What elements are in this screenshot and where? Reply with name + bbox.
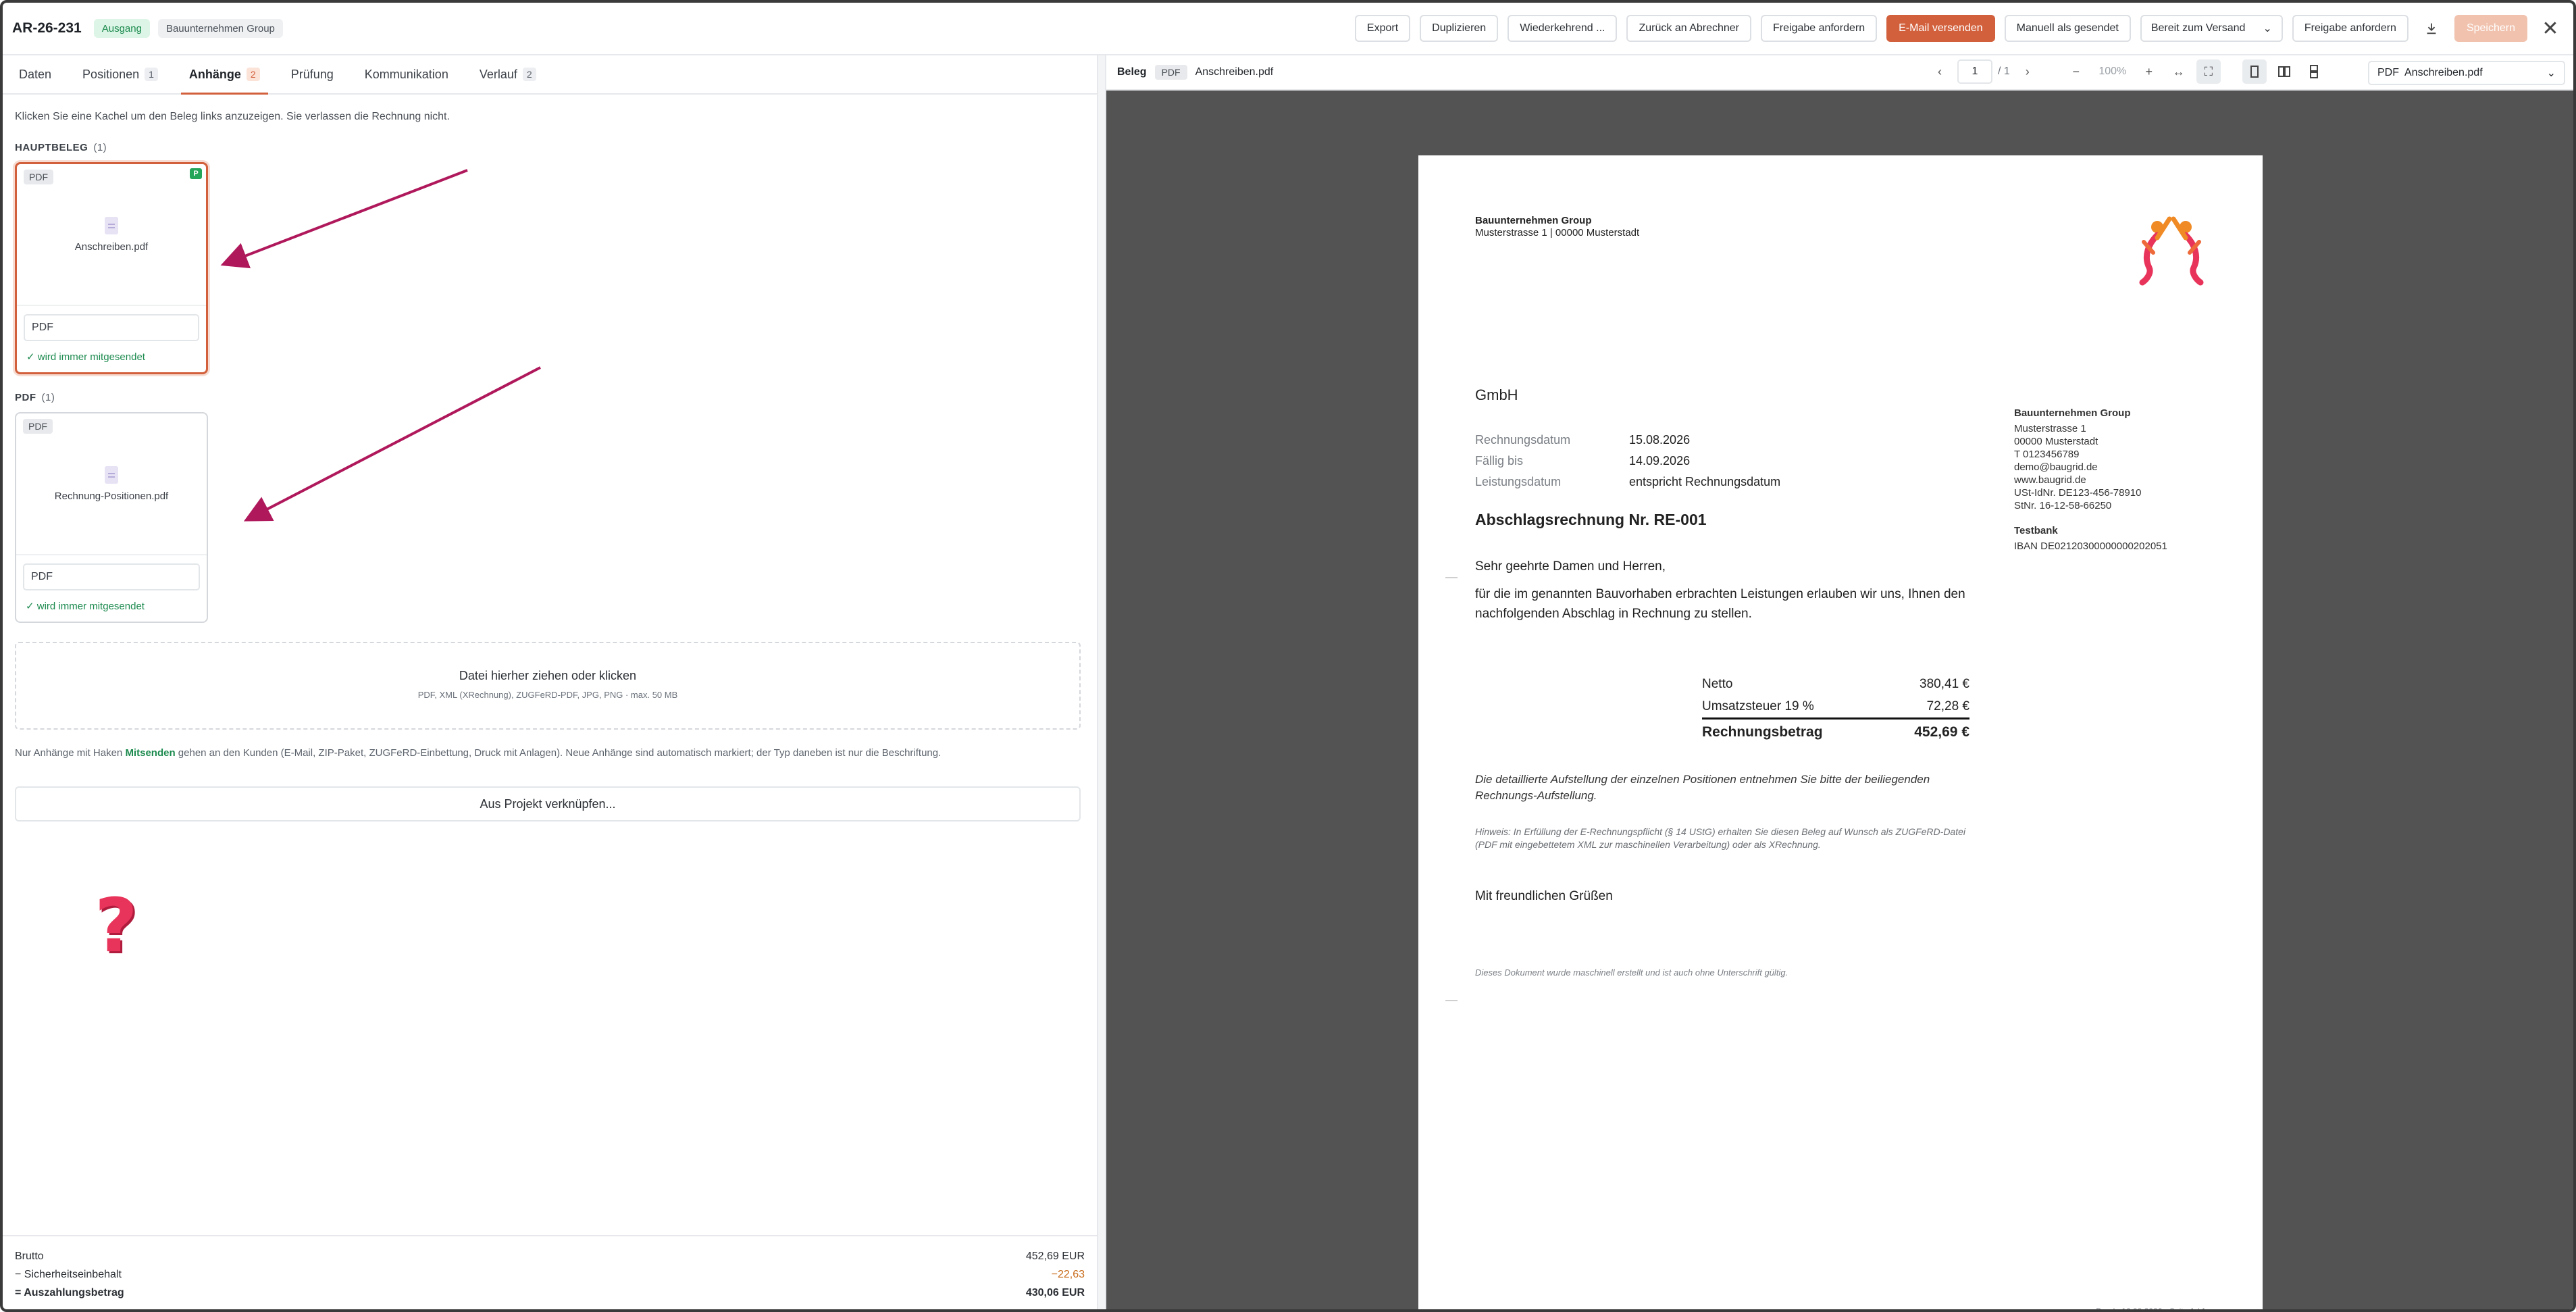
pdf-section-heading: PDF (1)	[15, 392, 55, 403]
zoom-out-icon[interactable]: −	[2064, 59, 2088, 84]
download-icon[interactable]	[2418, 15, 2445, 42]
file-preview[interactable]: Anschreiben.pdf	[17, 164, 206, 306]
request-approval-button-2[interactable]: Freigabe anfordern	[2292, 15, 2408, 42]
request-approval-button[interactable]: Freigabe anfordern	[1761, 15, 1878, 42]
file-name: Rechnung-Positionen.pdf	[54, 490, 169, 502]
tab-positionen[interactable]: Positionen 1	[74, 55, 166, 93]
always-sent-label: ✓ wird immer mitgesendet	[26, 601, 145, 612]
letter-body: Sehr geehrte Damen und Herren, für die i…	[1475, 559, 1965, 621]
attachments-hint: Klicken Sie eine Kachel um den Beleg lin…	[15, 111, 450, 122]
recipient: GmbH	[1475, 386, 1518, 403]
company-logo	[2139, 216, 2204, 286]
attachment-card-main[interactable]: PDF P Anschreiben.pdf PDF ✓ wird immer m…	[15, 162, 208, 374]
chevron-down-icon: ⌄	[2546, 68, 2556, 79]
fold-mark	[1445, 577, 1458, 578]
invoice-sums: Netto 380,41 € Umsatzsteuer 19 % 72,28 € R…	[1702, 673, 1969, 745]
back-to-billing-button[interactable]: Zurück an Abrechner	[1626, 15, 1752, 42]
document-icon	[105, 465, 118, 484]
fit-width-icon[interactable]: ↔	[2167, 59, 2191, 84]
tab-count: 2	[522, 68, 536, 81]
chevron-right-icon[interactable]: ›	[2015, 59, 2040, 84]
tab-pruefung[interactable]: Prüfung	[283, 55, 342, 93]
save-button[interactable]: Speichern	[2454, 15, 2527, 42]
send-note: Nur Anhänge mit Haken Mitsenden gehen an…	[15, 747, 942, 759]
payout-row: = Auszahlungsbetrag 430,06 EUR	[15, 1286, 1085, 1298]
pane-splitter[interactable]	[1097, 55, 1106, 1309]
send-email-button[interactable]: E-Mail versenden	[1886, 15, 1995, 42]
retention-row: − Sicherheitseinbehalt −22,63	[15, 1268, 1085, 1280]
document-icon	[105, 216, 118, 234]
main-document-marker: P	[190, 168, 202, 179]
viewer-filename: Anschreiben.pdf	[1195, 66, 1274, 78]
file-type-tag: PDF	[24, 170, 53, 184]
tab-anhaenge[interactable]: Anhänge 2	[180, 55, 268, 95]
fit-page-icon[interactable]: ⛶	[2196, 59, 2221, 84]
status-select-value: Bereit zum Versand	[2150, 22, 2246, 34]
single-page-view-icon[interactable]	[2242, 59, 2267, 84]
pdf-page: Bauunternehmen Group Musterstrasse 1 | 0…	[1418, 155, 2263, 1312]
zoom-level: 100%	[2098, 66, 2127, 77]
question-mark-icon: ?	[95, 882, 138, 969]
totals-summary: Brutto 452,69 EUR − Sicherheitseinbehalt −…	[3, 1235, 1097, 1302]
export-button[interactable]: Export	[1354, 15, 1411, 42]
tab-bar: Daten Positionen 1 Anhänge 2 Prüfung Kommu…	[3, 55, 1097, 95]
zoom-in-icon[interactable]: +	[2137, 59, 2161, 84]
main-document-heading: HAUPTBELEG (1)	[15, 142, 107, 153]
file-preview[interactable]: Rechnung-Positionen.pdf	[16, 413, 207, 555]
invoice-title: Abschlagsrechnung Nr. RE-001	[1475, 511, 1707, 528]
page-total: / 1	[1998, 66, 2010, 77]
dropzone-formats: PDF, XML (XRechnung), ZUGFeRD-PDF, JPG, …	[417, 690, 678, 700]
tab-count: 1	[145, 68, 158, 81]
tab-daten[interactable]: Daten	[11, 55, 59, 93]
close-icon[interactable]: ✕	[2537, 15, 2564, 42]
viewer-type-chip: PDF	[1154, 65, 1187, 80]
always-sent-label: ✓ wird immer mitgesendet	[26, 351, 145, 363]
recurring-button[interactable]: Wiederkehrend ...	[1508, 15, 1618, 42]
chevron-down-icon: ⌄	[2263, 23, 2272, 34]
file-select-type: PDF	[2377, 67, 2399, 78]
detail-note: Die detaillierte Aufstellung der einzeln…	[1475, 773, 1930, 802]
status-badge: Ausgang	[93, 19, 150, 38]
file-select-name: Anschreiben.pdf	[2404, 67, 2483, 78]
document-footer: Dieses Dokument wurde maschinell erstell…	[1475, 967, 1788, 978]
fold-mark	[1445, 1000, 1458, 1001]
print-info: Druck: 16.08.2026 · Seite 1 / 1	[2096, 1307, 2206, 1312]
viewer-label: Beleg	[1117, 66, 1147, 78]
top-bar: AR-26-231 Ausgang Bauunternehmen Group E…	[3, 3, 2573, 55]
file-name: Anschreiben.pdf	[74, 241, 149, 253]
attachment-file-select[interactable]: PDF Anschreiben.pdf ⌄	[2368, 61, 2565, 85]
file-type-tag: PDF	[23, 419, 53, 434]
pdf-viewer: Beleg PDF Anschreiben.pdf ‹ 1 / 1 › − 10…	[1106, 55, 2573, 1312]
link-from-project-button[interactable]: Aus Projekt verknüpfen...	[15, 786, 1081, 822]
greeting: Mit freundlichen Grüßen	[1475, 889, 1613, 903]
status-select[interactable]: Bereit zum Versand ⌄	[2140, 15, 2283, 42]
viewer-toolbar: Beleg PDF Anschreiben.pdf ‹ 1 / 1 › − 10…	[1106, 55, 2573, 91]
viewer-controls: ‹ 1 / 1 › − 100% + ↔ ⛶	[1928, 59, 2326, 84]
tab-kommunikation[interactable]: Kommunikation	[357, 55, 457, 93]
dropzone-title: Datei hierher ziehen oder klicken	[459, 669, 637, 682]
chevron-left-icon[interactable]: ‹	[1928, 59, 1952, 84]
file-dropzone[interactable]: Datei hierher ziehen oder klicken PDF, X…	[15, 642, 1081, 730]
attachment-card-pdf[interactable]: PDF Rechnung-Positionen.pdf PDF ✓ wird i…	[15, 412, 208, 623]
tab-verlauf[interactable]: Verlauf 2	[471, 55, 544, 93]
attachment-type-field[interactable]: PDF	[23, 563, 200, 590]
app-window: AR-26-231 Ausgang Bauunternehmen Group E…	[0, 0, 2576, 1312]
document-id: AR-26-231	[12, 20, 82, 36]
duplicate-button[interactable]: Duplizieren	[1420, 15, 1499, 42]
tab-count: 2	[246, 68, 260, 81]
two-page-view-icon[interactable]	[2272, 59, 2296, 84]
company-badge: Bauunternehmen Group	[157, 19, 283, 38]
attachment-type-field[interactable]: PDF	[24, 314, 199, 341]
sender-block: Bauunternehmen Group Musterstrasse 1 | 0…	[1475, 215, 1640, 238]
page-input[interactable]: 1	[1957, 59, 1992, 84]
scroll-view-icon[interactable]	[2302, 59, 2326, 84]
mark-sent-button[interactable]: Manuell als gesendet	[2004, 15, 2131, 42]
header-actions: Export Duplizieren Wiederkehrend ... Zur…	[1354, 15, 2564, 42]
editor-pane: Daten Positionen 1 Anhänge 2 Prüfung Kommu…	[3, 55, 1097, 1309]
einvoice-note: Hinweis: In Erfüllung der E-Rechnungspfl…	[1475, 826, 1965, 850]
issuer-block: Bauunternehmen Group Musterstrasse 1 000…	[2014, 407, 2167, 552]
invoice-meta: Rechnungsdatum 15.08.2026 Fällig bis 14.09…	[1475, 433, 1781, 488]
brutto-row: Brutto 452,69 EUR	[15, 1250, 1085, 1262]
